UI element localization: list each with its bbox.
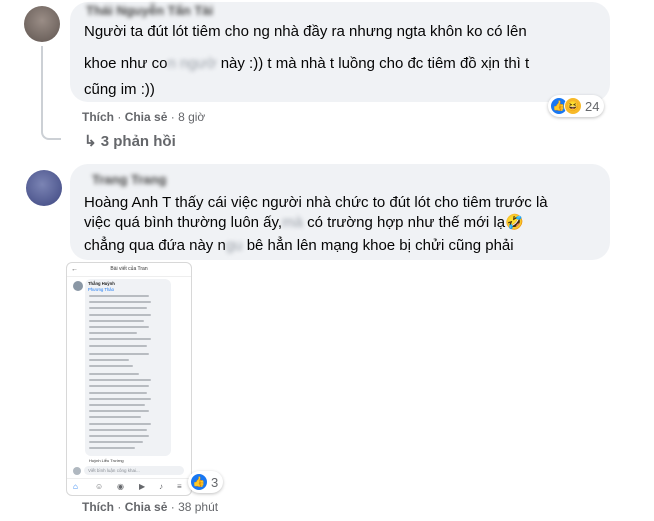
comment-text-line: cũng im :)) [84, 81, 155, 98]
reaction-summary[interactable]: 👍 😆 24 [548, 95, 605, 117]
comment-text-line: khoe như con ngườ này :)) t mà nhà t luồ… [84, 55, 530, 72]
watch-icon: ▶ [139, 482, 146, 491]
shot-text-line [89, 410, 149, 413]
shot-text-line [89, 435, 149, 437]
share-link[interactable]: Chia sẻ [125, 500, 168, 514]
shot-text-line [89, 391, 147, 394]
reaction-count: 24 [585, 98, 600, 114]
blurred-text: mà [282, 214, 303, 231]
shot-text-line [89, 295, 149, 297]
shot-text-line [89, 404, 145, 406]
shot-text-line [89, 365, 133, 367]
avatar[interactable] [24, 6, 60, 42]
shot-text-line [89, 379, 151, 382]
back-arrow-icon: ← [71, 266, 78, 273]
comment-text-line: Người ta đút lót tiêm cho ng nhà đầy ra … [84, 23, 527, 40]
comment-text-line: việc quá bình thường luôn ấy,mà có trườn… [84, 214, 524, 231]
shot-commenter: Thắng Huỳnh [88, 281, 115, 286]
shot-text-line [89, 397, 151, 400]
shot-avatar [73, 281, 83, 291]
comment-actions: Thích · Chia sẻ · 38 phút [82, 500, 219, 514]
reply-arrow-icon: ↳ [84, 133, 101, 150]
comment-text-line: chẳng qua đứa này ngu bê hẳn lên mạng kh… [84, 237, 514, 254]
shot-mention: Phương Thảo [88, 287, 114, 292]
thread-connector [41, 128, 61, 140]
shot-input-avatar [73, 467, 81, 475]
shot-text-line [89, 373, 139, 375]
shot-reply-name: Huỳnh Liễu Trường [89, 458, 124, 463]
reaction-summary[interactable]: 👍 3 [188, 471, 224, 493]
shot-text-line [89, 428, 147, 431]
thread-line [41, 46, 43, 130]
blurred-text: n ngườ [167, 55, 217, 72]
comment-author[interactable]: Thái Nguyễn Tấn Tài [86, 3, 213, 18]
shot-text-line [89, 332, 137, 335]
friends-icon: ☺ [95, 482, 104, 491]
shot-text-line [89, 344, 147, 347]
shot-bottom-nav: ⌂ ☺ ◉ ▶ ♪ ≡ [67, 478, 191, 495]
shot-comment-input: Viết bình luận công khai... [73, 466, 185, 476]
avatar[interactable] [26, 170, 62, 206]
laugh-emoji-icon: 🤣 [505, 214, 524, 231]
timestamp[interactable]: 38 phút [178, 500, 218, 514]
home-icon: ⌂ [73, 482, 78, 491]
groups-icon: ◉ [117, 482, 124, 491]
shot-text-line [89, 422, 151, 425]
like-icon: 👍 [190, 473, 208, 491]
comment-actions: Thích · Chia sẻ · 8 giờ [82, 110, 206, 124]
like-link[interactable]: Thích [82, 500, 114, 514]
reaction-count: 3 [211, 474, 219, 490]
shot-header: ← Bài viết của Tran [67, 263, 191, 277]
shot-text-line [89, 326, 149, 328]
blurred-text: gu [225, 237, 243, 254]
shot-text-line [89, 313, 151, 316]
menu-icon: ≡ [177, 482, 182, 491]
share-link[interactable]: Chia sẻ [125, 110, 168, 124]
attached-screenshot-image[interactable]: ← Bài viết của Tran Thắng Huỳnh Phương T… [66, 262, 192, 496]
shot-text-line [89, 358, 129, 361]
shot-input-box: Viết bình luận công khai... [84, 466, 184, 475]
shot-text-line [89, 352, 149, 355]
notifications-icon: ♪ [159, 482, 163, 491]
like-link[interactable]: Thích [82, 110, 114, 124]
comment-text-line: Hoàng Anh T thấy cái việc người nhà chức… [84, 194, 548, 211]
haha-icon: 😆 [564, 97, 582, 115]
shot-text-line [89, 441, 143, 444]
shot-text-line [89, 319, 144, 322]
view-replies-link[interactable]: ↳ 3 phản hồi [84, 132, 176, 150]
timestamp[interactable]: 8 giờ [178, 110, 205, 124]
comment-author[interactable]: Trang Trang [92, 172, 166, 187]
shot-text-line [89, 301, 151, 304]
